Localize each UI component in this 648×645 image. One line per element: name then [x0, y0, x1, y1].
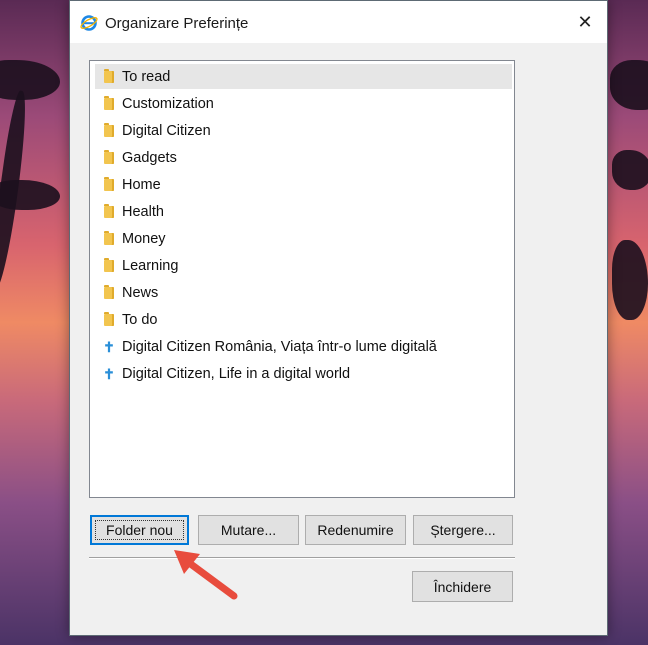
favorites-folder-item[interactable]: Money [95, 226, 512, 251]
favorite-link-icon: ✝ [103, 338, 115, 355]
folder-icon [97, 199, 121, 224]
annotation-arrow-icon [170, 540, 250, 610]
favorite-label: Digital Citizen România, Viața într-o lu… [122, 338, 437, 355]
favorite-label: Learning [122, 257, 179, 274]
favorite-label: Digital Citizen, Life in a digital world [122, 365, 351, 382]
folder-icon [97, 172, 121, 197]
divider [89, 557, 515, 559]
favorite-label: Customization [122, 95, 214, 112]
favorites-folder-item[interactable]: Health [95, 199, 512, 224]
favorites-folder-item[interactable]: Home [95, 172, 512, 197]
folder-icon [97, 118, 121, 143]
favorite-label: To read [122, 68, 171, 85]
favorites-folder-item[interactable]: Learning [95, 253, 512, 278]
favorites-link-item[interactable]: ✝ Digital Citizen România, Viața într-o l… [95, 334, 512, 359]
favorites-folder-item[interactable]: Customization [95, 91, 512, 116]
favorites-folder-item[interactable]: To do [95, 307, 512, 332]
close-label: Închidere [433, 578, 492, 595]
favorites-folder-item[interactable]: Digital Citizen [95, 118, 512, 143]
favorite-label: News [122, 284, 159, 301]
delete-button[interactable]: Ștergere... [413, 515, 513, 545]
favorite-label: To do [122, 311, 158, 328]
close-icon[interactable]: ✕ [563, 1, 607, 43]
favorites-list[interactable]: To read Customization Digital Citizen Gadge… [89, 60, 515, 498]
favorite-label: Health [122, 203, 164, 220]
favorite-link-icon: ✝ [103, 365, 115, 382]
folder-icon [97, 145, 121, 170]
favorite-label: Money [122, 230, 166, 247]
close-button[interactable]: Închidere [412, 571, 513, 602]
organize-favorites-dialog: Organizare Preferințe ✕ To read Customiza… [69, 0, 608, 636]
title-bar: Organizare Preferințe ✕ [70, 1, 607, 43]
folder-icon [97, 307, 121, 332]
window-title: Organizare Preferințe [105, 15, 249, 32]
rename-button[interactable]: Redenumire [305, 515, 406, 545]
folder-icon [97, 64, 121, 89]
favorites-folder-item[interactable]: Gadgets [95, 145, 512, 170]
internet-explorer-icon [80, 14, 98, 32]
favorite-label: Home [122, 176, 161, 193]
rename-label: Redenumire [317, 522, 394, 538]
delete-label: Ștergere... [430, 522, 496, 538]
favorites-folder-item[interactable]: To read [95, 64, 512, 89]
favorite-label: Digital Citizen [122, 122, 211, 139]
move-label: Mutare... [220, 522, 277, 538]
folder-icon [97, 253, 121, 278]
favorites-folder-item[interactable]: News [95, 280, 512, 305]
folder-icon [97, 280, 121, 305]
folder-icon [97, 226, 121, 251]
folder-icon [97, 91, 121, 116]
favorite-label: Gadgets [122, 149, 177, 166]
favorites-link-item[interactable]: ✝ Digital Citizen, Life in a digital worl… [95, 361, 512, 386]
new-folder-label: Folder nou [106, 522, 173, 538]
